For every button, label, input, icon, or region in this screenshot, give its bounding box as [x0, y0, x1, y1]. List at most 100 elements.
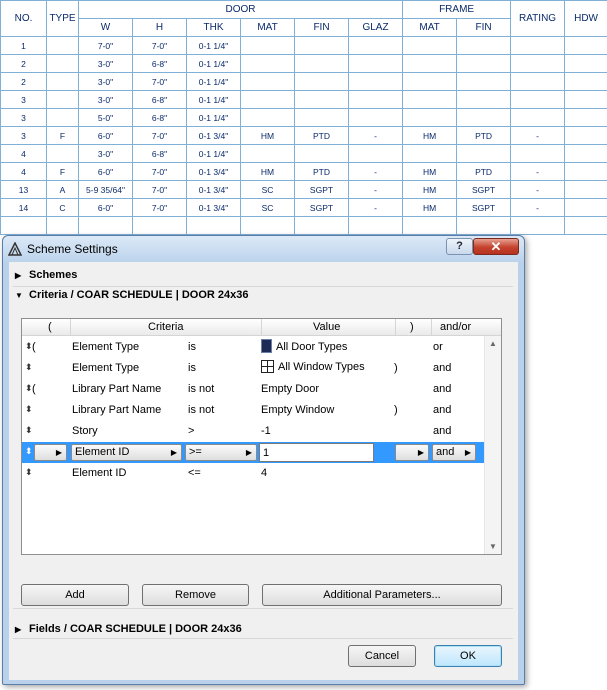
schedule-cell: [510, 36, 566, 55]
operator-select[interactable]: >= ▶: [185, 444, 257, 461]
schedule-cell: 3-0": [78, 72, 133, 91]
criteria-row[interactable]: ⬍(Library Part Name is not Empty Door and: [22, 379, 485, 400]
schedule-cell: PTD: [294, 126, 349, 145]
schedule-cell: 0-1 1/4": [186, 144, 241, 163]
schedule-cell: [510, 54, 566, 73]
row-andor: and: [433, 425, 452, 437]
divider: [13, 608, 513, 609]
schedule-cell: 3: [0, 126, 47, 145]
schedule-cell: [510, 144, 566, 163]
col-header-frame-fin: FIN: [456, 18, 512, 37]
scheme-settings-dialog: Scheme Settings ? ✕ ▶ Schemes ▼ Criteria /…: [2, 235, 525, 685]
schedule-cell: [240, 36, 295, 55]
schedule-row: [0, 216, 607, 235]
drag-handle-icon[interactable]: ⬍: [25, 425, 33, 436]
schedule-cell: 0-1 1/4": [186, 36, 241, 55]
schedule-cell: 14: [0, 198, 47, 217]
expand-triangle-icon: ▶: [15, 271, 22, 280]
schedule-cell: [402, 36, 458, 55]
row-andor: or: [433, 341, 443, 353]
schedule-cell: [564, 36, 607, 55]
criteria-section-header[interactable]: ▼ Criteria / COAR SCHEDULE | DOOR 24x36: [15, 289, 248, 301]
schedule-cell: [456, 144, 512, 163]
drag-handle-icon[interactable]: ⬍: [25, 467, 33, 478]
schedule-cell: [294, 72, 349, 91]
help-button[interactable]: ?: [446, 238, 473, 255]
scroll-up-icon[interactable]: ▲: [489, 339, 497, 348]
schedule-table: NO. TYPE DOOR FRAME RATING HDW W H THK M…: [0, 0, 607, 235]
criteria-row[interactable]: ⬍ Element Type is All Window Types) and: [22, 358, 485, 379]
schedule-cell: -: [347, 162, 404, 181]
row-criteria-field: Library Part Name: [72, 404, 162, 416]
schedule-cell: [294, 54, 349, 73]
schedule-cell: [347, 90, 404, 109]
additional-parameters-button[interactable]: Additional Parameters...: [262, 584, 502, 606]
list-scrollbar[interactable]: ▲ ▼: [484, 336, 501, 554]
open-paren-select[interactable]: ▶: [34, 444, 67, 461]
schedule-cell: 7-0": [132, 162, 187, 181]
row-andor: and: [433, 404, 452, 416]
col-header-rating: RATING: [510, 0, 566, 37]
row-value: Empty Window: [261, 404, 335, 416]
col-header-type: TYPE: [46, 0, 79, 37]
schedule-row: 1 7-0" 7-0" 0-1 1/4": [0, 36, 607, 55]
header-open-paren: (: [48, 321, 52, 333]
scroll-down-icon[interactable]: ▼: [489, 542, 497, 551]
col-header-frame-mat: MAT: [402, 18, 458, 37]
schedule-cell: [294, 216, 349, 235]
schedule-cell: -: [510, 180, 566, 199]
schedule-cell: [456, 54, 512, 73]
window-icon: [261, 360, 274, 373]
criteria-row[interactable]: ⬍(Element Type is All Door Types or: [22, 337, 485, 358]
schedule-cell: [564, 126, 607, 145]
schedule-cell: -: [347, 198, 404, 217]
schedule-cell: SGPT: [294, 180, 349, 199]
row-value: -1: [261, 425, 271, 437]
criteria-row[interactable]: ⬍ Story > -1 and: [22, 421, 485, 442]
schedule-cell: [456, 72, 512, 91]
andor-select[interactable]: and ▶: [432, 444, 476, 461]
close-paren-select[interactable]: ▶: [395, 444, 429, 461]
schedule-row: 3 5-0" 6-8" 0-1 1/4": [0, 108, 607, 127]
schedule-cell: HM: [402, 198, 458, 217]
close-button[interactable]: ✕: [473, 238, 519, 255]
schedule-cell: 6-0": [78, 162, 133, 181]
add-button[interactable]: Add: [21, 584, 129, 606]
schedule-row: 4 F 6-0" 7-0" 0-1 3/4" HM PTD - HM PTD -: [0, 162, 607, 181]
header-close-paren: ): [410, 321, 414, 333]
schedule-cell: 6-8": [132, 108, 187, 127]
schedule-cell: PTD: [294, 162, 349, 181]
drag-handle-icon[interactable]: ⬍: [25, 404, 33, 415]
row-operator: is: [188, 362, 196, 374]
criteria-row[interactable]: ⬍ Library Part Name is not Empty Window) and: [22, 400, 485, 421]
remove-button[interactable]: Remove: [142, 584, 249, 606]
criteria-row[interactable]: ⬍ ▶ Element ID ▶ >= ▶ 1 ▶ and ▶: [22, 442, 485, 463]
schedule-cell: -: [347, 126, 404, 145]
dialog-titlebar[interactable]: Scheme Settings ? ✕: [3, 236, 524, 262]
fields-label: Fields / COAR SCHEDULE | DOOR 24x36: [29, 623, 242, 635]
cancel-button[interactable]: Cancel: [348, 645, 416, 667]
schedule-cell: [46, 108, 79, 127]
drag-handle-icon[interactable]: ⬍: [25, 362, 33, 373]
col-header-door-mat: MAT: [240, 18, 295, 37]
schedule-cell: [240, 216, 295, 235]
schedule-cell: -: [347, 180, 404, 199]
schedule-cell: 7-0": [132, 126, 187, 145]
schedule-cell: [510, 72, 566, 91]
schedule-cell: [456, 36, 512, 55]
schemes-section-header[interactable]: ▶ Schemes: [15, 269, 77, 281]
schedule-cell: [294, 36, 349, 55]
schedule-cell: SGPT: [294, 198, 349, 217]
row-close-paren: ): [394, 404, 398, 416]
criteria-row[interactable]: ⬍ Element ID <= 4: [22, 463, 485, 484]
schedule-cell: 0-1 1/4": [186, 72, 241, 91]
schedule-cell: 4: [0, 162, 47, 181]
drag-handle-icon[interactable]: ⬍: [25, 446, 33, 457]
fields-section-header[interactable]: ▶ Fields / COAR SCHEDULE | DOOR 24x36: [15, 623, 242, 635]
schedule-cell: 2: [0, 72, 47, 91]
col-header-frame: FRAME: [402, 0, 512, 19]
criteria-field-select[interactable]: Element ID ▶: [71, 444, 182, 461]
ok-button[interactable]: OK: [434, 645, 502, 667]
value-input[interactable]: 1: [259, 443, 374, 462]
schedule-cell: 3-0": [78, 90, 133, 109]
